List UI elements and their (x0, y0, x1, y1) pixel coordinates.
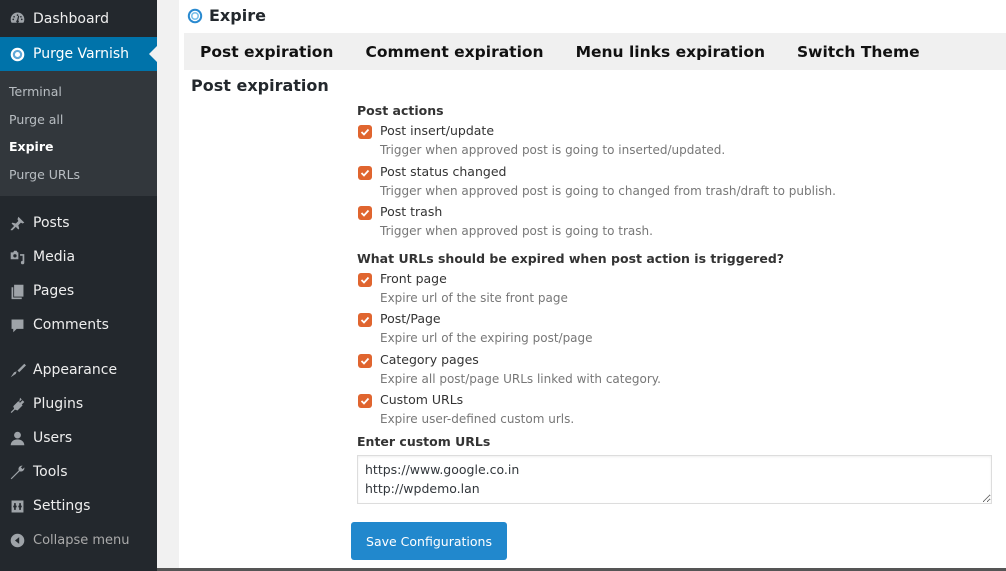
custom-urls-checkbox[interactable] (358, 394, 372, 408)
sidebar-item-users[interactable]: Users (0, 421, 157, 455)
post-actions-label: Post actions (357, 103, 444, 118)
option-label[interactable]: Post status changed (380, 164, 506, 179)
sidebar-item-label: Pages (33, 283, 75, 299)
option-label[interactable]: Category pages (380, 352, 479, 367)
custom-urls-label: Enter custom URLs (357, 433, 491, 449)
sidebar-item-pages[interactable]: Pages (0, 274, 157, 308)
checkmark-icon (360, 397, 370, 405)
post-trash-checkbox[interactable] (358, 206, 372, 220)
tab-menu-links-expiration[interactable]: Menu links expiration (576, 43, 765, 61)
tab-switch-theme[interactable]: Switch Theme (797, 43, 920, 61)
custom-urls-textarea[interactable] (357, 454, 992, 504)
collapse-menu-button[interactable]: Collapse menu (0, 523, 157, 557)
option-label[interactable]: Post trash (380, 204, 442, 219)
sidebar-item-label: Settings (33, 498, 91, 514)
option-post-status-changed: Post status changed Trigger when approve… (357, 163, 997, 204)
admin-sidebar: Dashboard Purge Varnish Terminal Purge a… (0, 0, 157, 571)
sidebar-item-dashboard[interactable]: Dashboard (0, 0, 157, 37)
category-pages-checkbox[interactable] (358, 353, 372, 368)
sidebar-item-label: Plugins (33, 396, 84, 412)
post-insert-update-checkbox[interactable] (358, 125, 372, 139)
sidebar-item-appearance[interactable]: Appearance (0, 353, 157, 387)
option-post-insert-update: Post insert/update Trigger when approved… (357, 122, 997, 163)
brush-icon (7, 360, 27, 380)
checkmark-icon (360, 316, 370, 324)
sidebar-item-label: Purge Varnish (33, 46, 130, 62)
purge-varnish-logo-icon (187, 8, 203, 23)
option-description: Trigger when approved post is going to c… (380, 183, 836, 198)
option-description: Expire url of the site front page (380, 290, 568, 305)
option-post-page: Post/Page Expire url of the expiring pos… (357, 310, 997, 351)
submenu-item-expire[interactable]: Expire (0, 133, 157, 161)
option-description: Expire url of the expiring post/page (380, 331, 593, 345)
post-page-checkbox[interactable] (358, 313, 372, 327)
user-icon (7, 428, 27, 448)
checkmark-icon (360, 276, 370, 284)
expiration-tabs: Post expiration Comment expiration Menu … (184, 33, 1006, 70)
submenu-item-purge-urls[interactable]: Purge URLs (0, 161, 157, 189)
option-label[interactable]: Post/Page (380, 311, 441, 326)
option-custom-urls: Custom URLs Expire user-defined custom u… (357, 391, 997, 432)
sidebar-item-plugins[interactable]: Plugins (0, 387, 157, 421)
submenu-item-purge-all[interactable]: Purge all (0, 106, 157, 134)
section-title: Post expiration (191, 76, 329, 95)
option-description: Trigger when approved post is going to t… (380, 224, 653, 238)
sidebar-item-label: Posts (33, 215, 70, 231)
sidebar-item-label: Dashboard (33, 10, 109, 27)
tab-comment-expiration[interactable]: Comment expiration (365, 43, 543, 61)
sidebar-item-label: Users (33, 430, 73, 446)
sidebar-item-label: Comments (33, 317, 109, 333)
dashboard-icon (7, 9, 27, 29)
pages-icon (7, 281, 27, 301)
tab-post-expiration[interactable]: Post expiration (200, 43, 333, 61)
collapse-arrow-icon (7, 530, 27, 550)
comment-icon (7, 315, 27, 335)
media-icon (7, 247, 27, 267)
save-configurations-button[interactable]: Save Configurations (351, 522, 507, 560)
submenu-item-terminal[interactable]: Terminal (0, 78, 157, 106)
option-description: Expire user-defined custom urls. (380, 412, 575, 426)
settings-icon (7, 496, 27, 516)
front-page-checkbox[interactable] (358, 272, 372, 287)
wrench-icon (7, 462, 27, 482)
sidebar-item-posts[interactable]: Posts (0, 206, 157, 240)
purge-varnish-submenu: Terminal Purge all Expire Purge URLs (0, 71, 157, 196)
option-description: Expire all post/page URLs linked with ca… (380, 371, 661, 386)
option-category-pages: Category pages Expire all post/page URLs… (357, 351, 997, 392)
checkmark-icon (360, 169, 370, 177)
post-expiration-form: Post actions Post insert/update Trigger … (357, 102, 997, 504)
option-label[interactable]: Front page (380, 271, 447, 286)
urls-to-expire-label: What URLs should be expired when post ac… (357, 250, 785, 266)
page-title-text: Expire (209, 6, 266, 25)
option-label[interactable]: Custom URLs (380, 392, 463, 407)
collapse-menu-label: Collapse menu (33, 532, 130, 548)
purge-varnish-icon (7, 44, 27, 64)
option-post-trash: Post trash Trigger when approved post is… (357, 203, 997, 244)
main-content: Expire Post expiration Comment expiratio… (179, 0, 1006, 568)
sidebar-item-label: Media (33, 249, 76, 265)
option-front-page: Front page Expire url of the site front … (357, 270, 997, 311)
sidebar-item-label: Appearance (33, 362, 118, 378)
option-description: Trigger when approved post is going to i… (380, 143, 726, 157)
pin-icon (7, 213, 27, 233)
checkmark-icon (360, 209, 370, 217)
sidebar-item-tools[interactable]: Tools (0, 455, 157, 489)
sidebar-item-purge-varnish[interactable]: Purge Varnish (0, 37, 157, 71)
plug-icon (7, 394, 27, 414)
sidebar-item-label: Tools (33, 464, 68, 480)
post-status-changed-checkbox[interactable] (358, 165, 372, 180)
sidebar-item-comments[interactable]: Comments (0, 308, 157, 342)
option-label[interactable]: Post insert/update (380, 123, 494, 138)
sidebar-item-media[interactable]: Media (0, 240, 157, 274)
page-title: Expire (187, 6, 266, 25)
checkmark-icon (360, 357, 370, 365)
checkmark-icon (360, 128, 370, 136)
sidebar-item-settings[interactable]: Settings (0, 489, 157, 523)
